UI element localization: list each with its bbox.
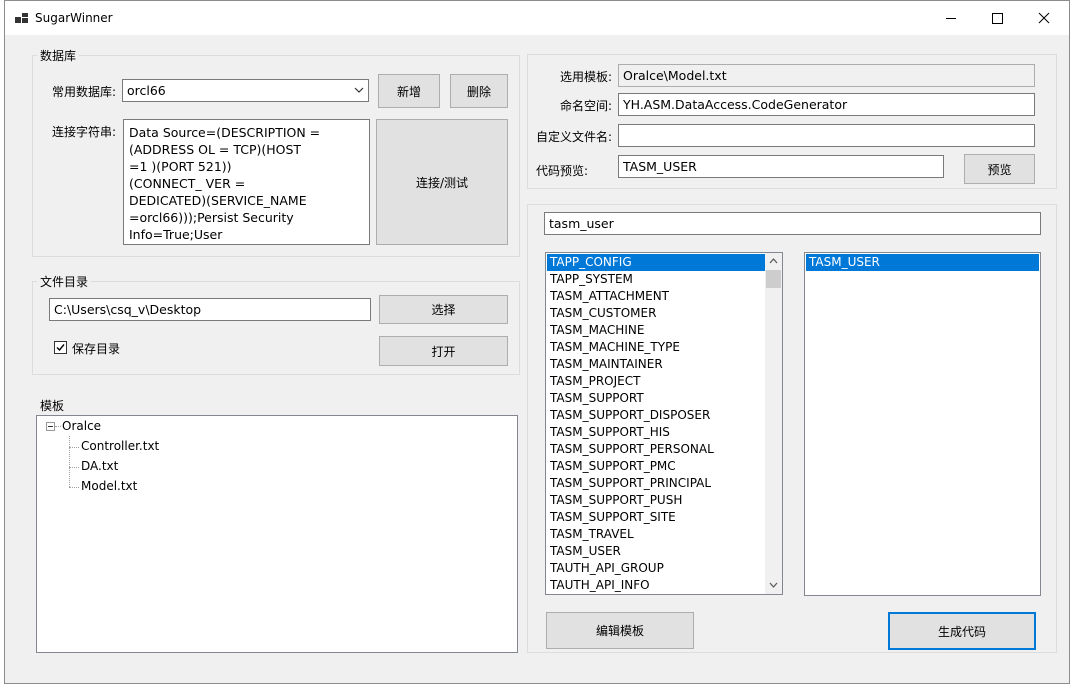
table-list-item[interactable]: TASM_MAINTAINER bbox=[547, 356, 765, 373]
table-filter-input[interactable]: tasm_user bbox=[544, 212, 1041, 235]
conn-string-label: 连接字符串: bbox=[52, 125, 117, 139]
preview-input[interactable]: TASM_USER bbox=[618, 155, 944, 178]
maximize-icon bbox=[992, 13, 1003, 24]
template-select-label: 选用模板: bbox=[560, 70, 613, 84]
title-bar: SugarWinner bbox=[5, 1, 1069, 35]
tree-item-controller[interactable]: Controller.txt bbox=[81, 439, 159, 453]
delete-db-button[interactable]: 删除 bbox=[450, 74, 508, 108]
table-list-item[interactable]: TASM_MACHINE_TYPE bbox=[547, 339, 765, 356]
template-tree[interactable]: Oralce Controller.txt DA.txt Model.txt bbox=[36, 415, 518, 653]
table-list-item[interactable]: TASM_SUPPORT_SITE bbox=[547, 509, 765, 526]
add-db-button[interactable]: 新增 bbox=[378, 74, 440, 108]
table-list-item[interactable]: TASM_SUPPORT bbox=[547, 390, 765, 407]
table-list-item[interactable]: TASM_USER bbox=[547, 543, 765, 560]
preview-label: 代码预览: bbox=[536, 164, 589, 178]
directory-path-value: C:\Users\csq_v\Desktop bbox=[54, 302, 202, 317]
maximize-button[interactable] bbox=[974, 1, 1020, 35]
conn-string-line: (CONNECT_ VER = bbox=[129, 176, 246, 191]
close-icon bbox=[1038, 12, 1050, 24]
select-directory-button[interactable]: 选择 bbox=[379, 295, 508, 324]
preview-value: TASM_USER bbox=[623, 159, 697, 174]
namespace-label: 命名空间: bbox=[560, 99, 613, 113]
table-list-item[interactable]: TASM_SUPPORT_HIS bbox=[547, 424, 765, 441]
checkmark-icon bbox=[56, 344, 65, 352]
table-filter-value: tasm_user bbox=[549, 216, 614, 231]
conn-string-line: Data Source=(DESCRIPTION = bbox=[129, 125, 321, 140]
generate-code-button[interactable]: 生成代码 bbox=[888, 612, 1036, 650]
tree-item-da[interactable]: DA.txt bbox=[81, 459, 118, 473]
app-window: SugarWinner 数据库 常用数据库: orcl66 新增 删除 连接字符… bbox=[4, 0, 1070, 684]
minimize-button[interactable] bbox=[928, 1, 974, 35]
table-list-item[interactable]: TASM_SUPPORT_PRINCIPAL bbox=[547, 475, 765, 492]
common-db-value: orcl66 bbox=[127, 83, 166, 98]
table-list-item[interactable]: TASM_SUPPORT_DISPOSER bbox=[547, 407, 765, 424]
connect-test-button[interactable]: 连接/测试 bbox=[376, 119, 508, 245]
table-list-item[interactable]: TASM_CUSTOMER bbox=[547, 305, 765, 322]
namespace-value: YH.ASM.DataAccess.CodeGenerator bbox=[623, 97, 848, 112]
filename-input[interactable] bbox=[618, 124, 1035, 147]
save-dir-label: 保存目录 bbox=[72, 342, 121, 356]
common-db-select[interactable]: orcl66 bbox=[122, 79, 369, 102]
chosen-tables-list[interactable]: TASM_USER bbox=[804, 252, 1041, 596]
collapse-icon[interactable] bbox=[46, 422, 55, 431]
minimize-icon bbox=[946, 18, 956, 19]
table-list-item[interactable]: TASM_TRAVEL bbox=[547, 526, 765, 543]
conn-string-lines: Data Source=(DESCRIPTION = (ADDRESS OL = … bbox=[129, 124, 364, 243]
conn-string-line: Info=True;User bbox=[129, 227, 223, 242]
all-tables-list[interactable]: TAPP_CONFIG TAPP_SYSTEM TASM_ATTACHMENT TAS… bbox=[545, 252, 783, 595]
chevron-down-icon bbox=[354, 87, 364, 93]
conn-string-line: DEDICATED)(SERVICE_NAME bbox=[129, 193, 307, 208]
scroll-down-icon[interactable] bbox=[769, 582, 778, 588]
table-list-item[interactable]: TASM_PROJECT bbox=[547, 373, 765, 390]
table-list-item[interactable]: TAUTH_API_GROUP bbox=[547, 560, 765, 577]
chosen-tables-items: TASM_USER bbox=[806, 254, 1039, 271]
table-list-item[interactable]: TASM_MACHINE bbox=[547, 322, 765, 339]
directory-group-label: 文件目录 bbox=[37, 273, 92, 290]
tree-item-model[interactable]: Model.txt bbox=[81, 479, 137, 493]
filename-label: 自定义文件名: bbox=[536, 130, 613, 144]
chosen-table-item[interactable]: TASM_USER bbox=[806, 254, 1039, 271]
table-list-item[interactable]: TASM_SUPPORT_PUSH bbox=[547, 492, 765, 509]
table-list-item[interactable]: TASM_ATTACHMENT bbox=[547, 288, 765, 305]
edit-template-button[interactable]: 编辑模板 bbox=[546, 612, 694, 649]
table-list-item[interactable]: TAPP_SYSTEM bbox=[547, 271, 765, 288]
common-db-label: 常用数据库: bbox=[52, 85, 117, 99]
conn-string-line: =1 )(PORT 521)) bbox=[129, 159, 232, 174]
open-directory-button[interactable]: 打开 bbox=[379, 336, 508, 366]
table-list-item[interactable]: TAPP_CONFIG bbox=[547, 254, 765, 271]
database-group-label: 数据库 bbox=[37, 47, 80, 64]
all-tables-items: TAPP_CONFIG TAPP_SYSTEM TASM_ATTACHMENT TAS… bbox=[547, 254, 765, 594]
window-title: SugarWinner bbox=[35, 11, 113, 25]
table-list-item[interactable]: TAUTH_API_INFO bbox=[547, 577, 765, 594]
scroll-up-icon[interactable] bbox=[769, 258, 778, 264]
app-icon bbox=[15, 13, 28, 23]
conn-string-textarea[interactable]: Data Source=(DESCRIPTION = (ADDRESS OL = … bbox=[123, 119, 370, 245]
scrollbar-thumb[interactable] bbox=[766, 270, 781, 288]
template-group-label: 模板 bbox=[37, 397, 68, 414]
template-select-value: Oralce\Model.txt bbox=[623, 68, 727, 83]
save-dir-checkbox[interactable] bbox=[54, 341, 67, 354]
namespace-input[interactable]: YH.ASM.DataAccess.CodeGenerator bbox=[618, 93, 1035, 116]
table-list-item[interactable]: TASM_SUPPORT_PERSONAL bbox=[547, 441, 765, 458]
table-list-item[interactable]: TASM_SUPPORT_PMC bbox=[547, 458, 765, 475]
directory-path-input[interactable]: C:\Users\csq_v\Desktop bbox=[49, 298, 371, 321]
preview-button[interactable]: 预览 bbox=[964, 154, 1035, 184]
tables-scrollbar[interactable] bbox=[765, 253, 782, 594]
tree-root-oralce[interactable]: Oralce bbox=[62, 419, 101, 433]
conn-string-line: (ADDRESS OL = TCP)(HOST bbox=[129, 142, 302, 157]
conn-string-line: =orcl66)));Persist Security bbox=[129, 210, 294, 225]
close-button[interactable] bbox=[1020, 1, 1066, 35]
template-select-field: Oralce\Model.txt bbox=[618, 64, 1035, 87]
